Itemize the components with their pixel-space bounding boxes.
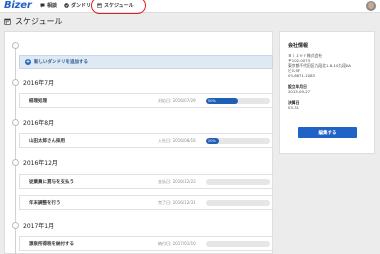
task-row[interactable]: 山田太郎さん採用 入社日: 2016/08/16 20% [19,133,273,148]
task-progress-bar: 20% [206,138,270,144]
add-dandori-button[interactable]: + 新しいダンドリを追加する [19,55,273,69]
task-row[interactable]: 年末調整を行う 完了日: 2016/12/31 [19,195,273,210]
task-name: 年末調整を行う [29,200,61,206]
nav-item-consult[interactable]: 相談 [40,2,57,9]
task-progress-fill: 50% [206,98,238,104]
task-name: 山田太郎さん採用 [29,138,65,144]
month-heading: 2016年7月 [23,80,55,87]
task-date: 完了日: 2016/12/31 [158,199,196,205]
task-date: 支払日: 2016/12/23 [158,178,196,184]
bizer-logo[interactable]: Bizer [4,0,32,11]
timeline-dot [12,222,19,229]
schedule-timeline-panel: + 新しいダンドリを追加する 2016年7月 経理処理 対応日: 2016/07… [4,31,273,254]
fiscal-date-value: 03-31 [288,105,300,110]
month-heading: 2016年8月 [23,120,55,127]
timeline-dot [12,42,19,49]
timeline-dot [12,79,19,86]
plus-circle-icon: + [25,59,31,65]
edit-company-button[interactable]: 編集する [298,127,357,138]
nav-item-dandori[interactable]: ダンドリ [64,2,91,9]
task-date: 対応日: 2016/07/29 [158,97,196,103]
top-navigation-bar: Bizer 相談 ダンドリ スケジュール [0,0,380,14]
company-info-heading: 会社情報 [288,43,309,49]
task-date: 入社日: 2016/08/16 [158,137,196,143]
task-progress-bar [206,241,270,247]
add-dandori-label: 新しいダンドリを追加する [34,60,88,65]
calendar-icon [4,18,11,25]
timeline-dot [12,159,19,166]
page-title-text: スケジュール [15,17,63,26]
task-name: 経理処理 [29,98,47,104]
task-name: 源泉所得税を納付する [29,241,74,247]
task-row[interactable]: 経理処理 対応日: 2016/07/29 50% [19,93,273,108]
user-avatar[interactable] [366,1,376,11]
month-heading: 2016年12月 [23,160,58,167]
task-progress-bar [206,179,270,185]
active-nav-highlight-ring [91,0,146,14]
month-heading: 2017年1月 [23,223,55,230]
task-row[interactable]: 従業員に賞与を支払う 支払日: 2016/12/23 [19,174,273,189]
timeline-dot [12,119,19,126]
company-phone: 03-6671-1083 [288,73,315,78]
company-info-panel: 会社情報 Ｂｉｚｅｒ株式会社 〒102-0073 東京都千代田区九段北1-8-1… [279,31,375,154]
page-title: スケジュール [4,16,62,27]
chat-bubble-icon [40,3,45,8]
task-progress-fill: 20% [206,138,219,144]
nav-label-dandori: ダンドリ [71,3,92,9]
task-progress-bar [206,200,270,206]
check-circle-icon [64,3,69,8]
task-name: 従業員に賞与を支払う [29,179,74,185]
nav-label-consult: 相談 [47,3,58,9]
founded-date-value: 2013-09-27 [288,89,311,94]
task-date: 納付日: 2017/01/10 [158,240,196,246]
task-progress-bar: 50% [206,98,270,104]
task-row[interactable]: 源泉所得税を納付する 納付日: 2017/01/10 [19,236,273,251]
